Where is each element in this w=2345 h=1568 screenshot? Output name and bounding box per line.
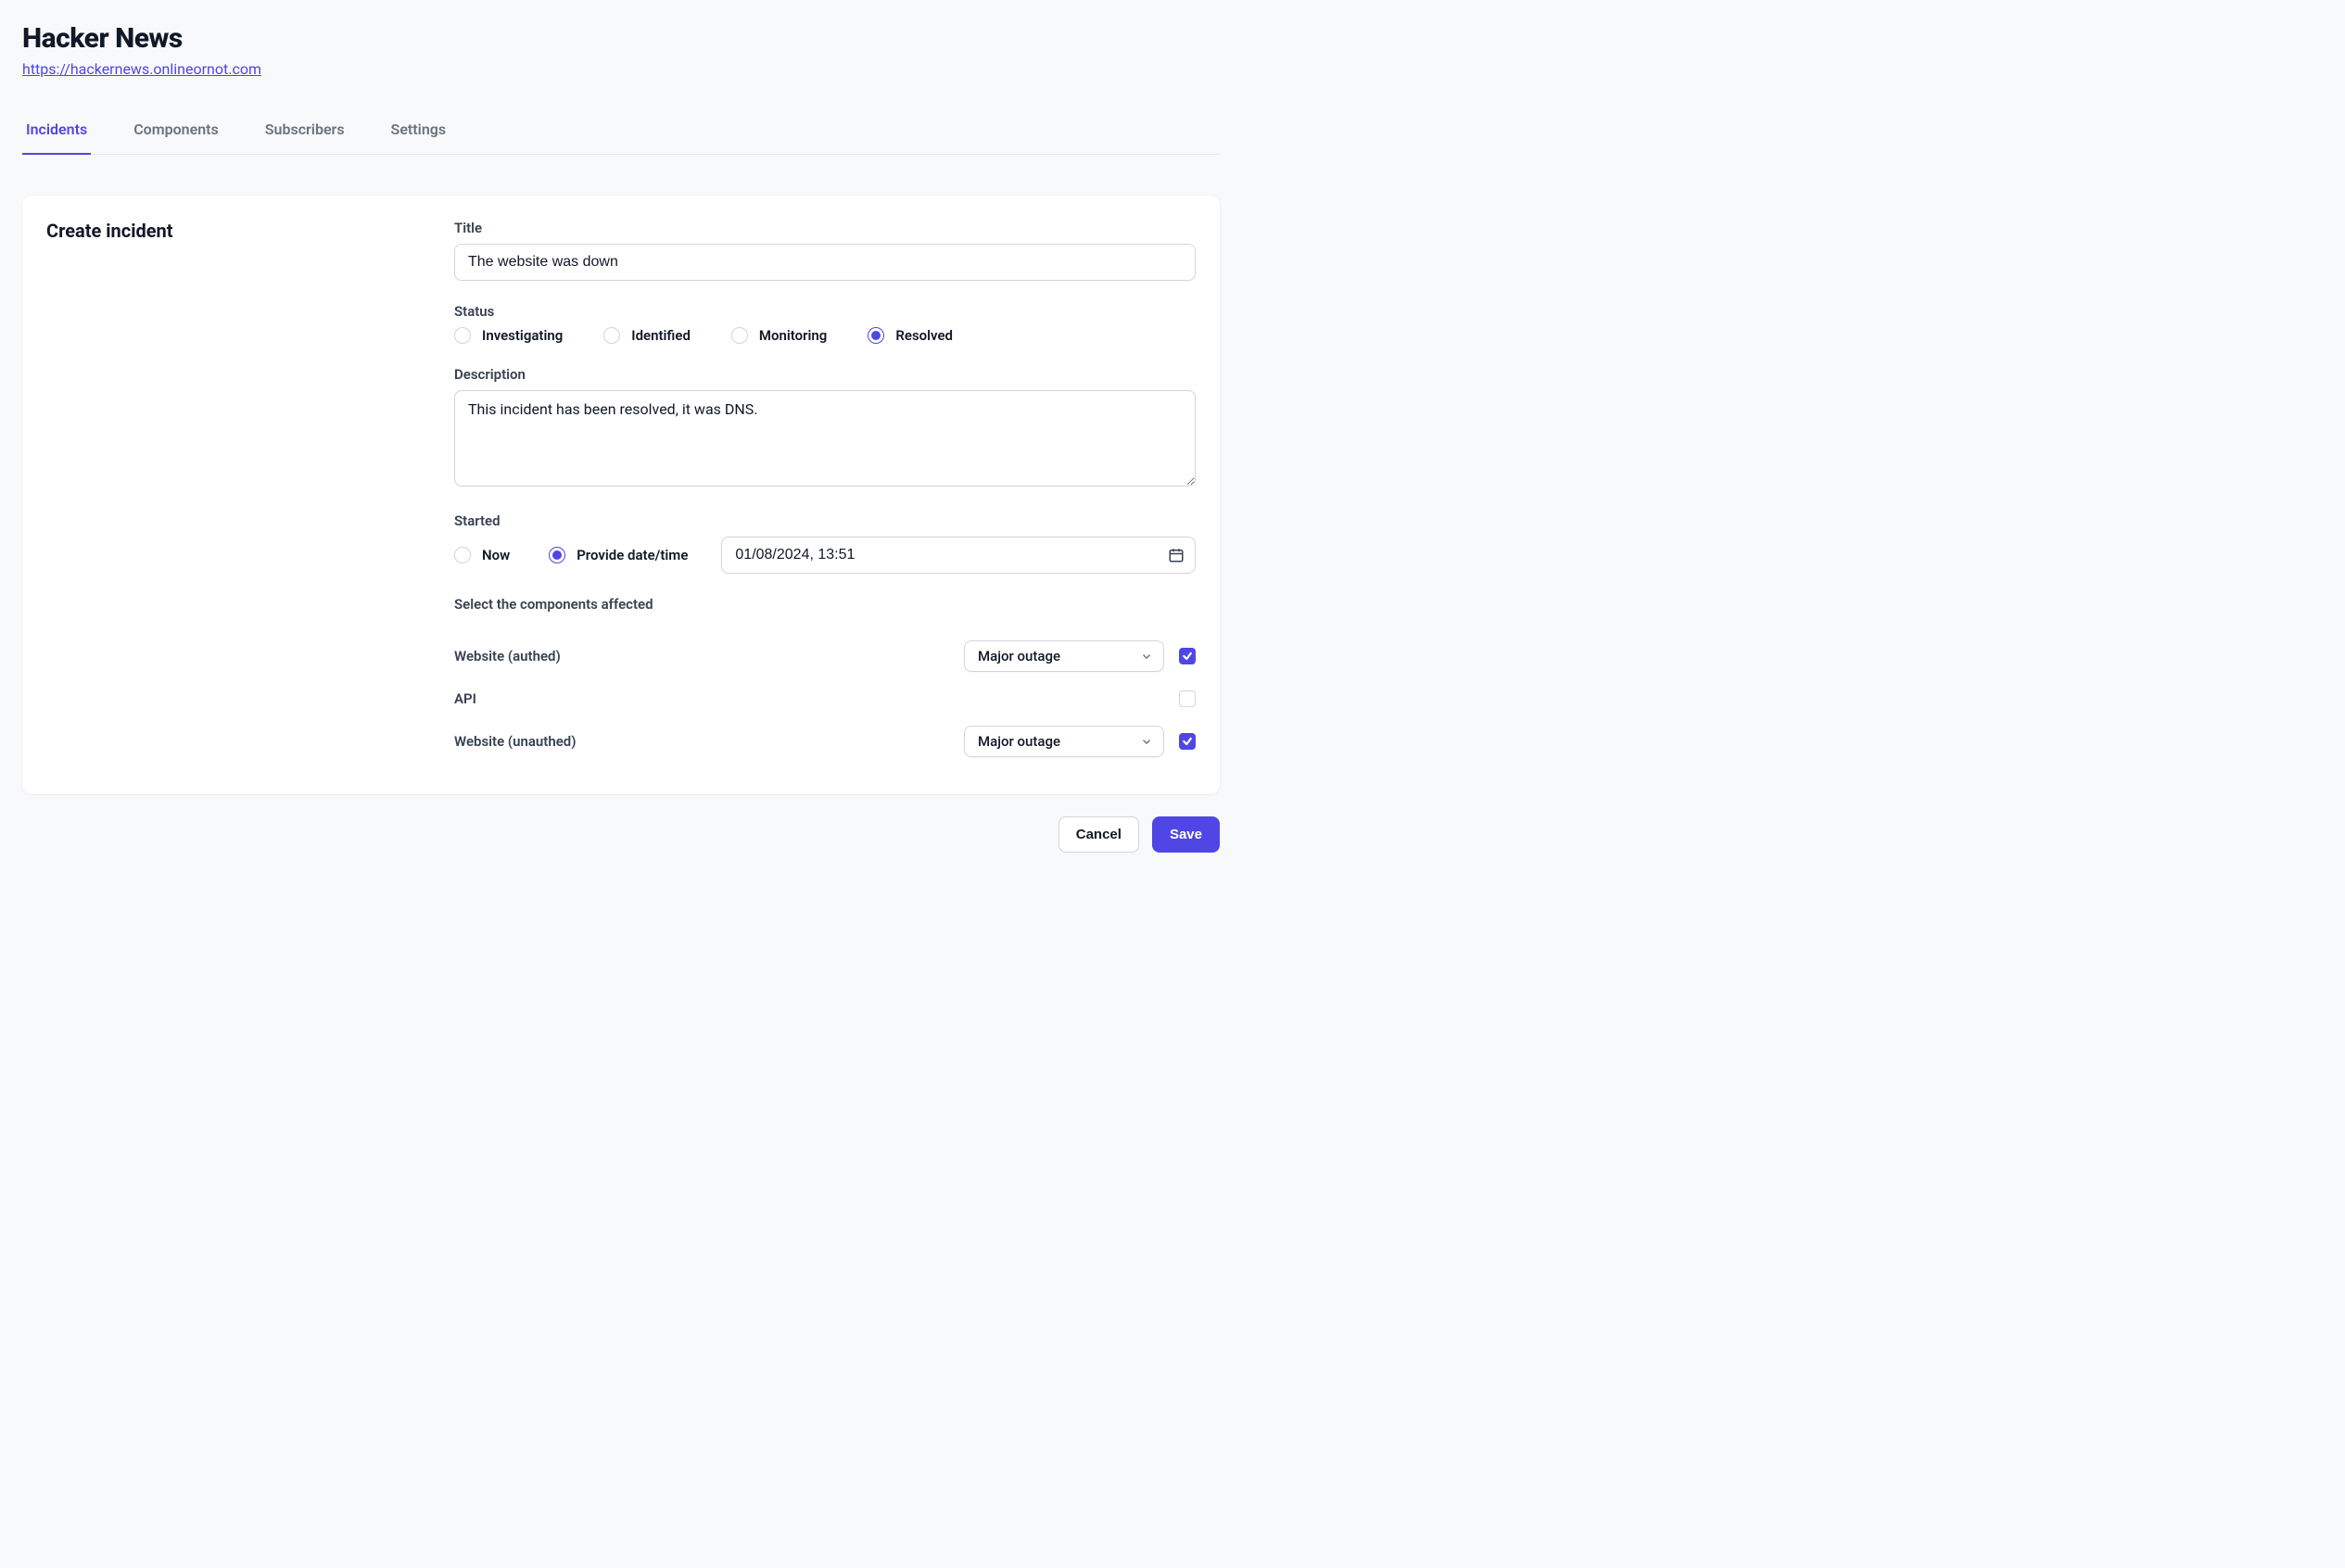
status-option-resolved[interactable]: Resolved (868, 327, 953, 344)
radio-label: Provide date/time (577, 547, 688, 563)
started-option-now[interactable]: Now (454, 547, 510, 563)
radio-label: Investigating (482, 327, 563, 344)
component-checkbox[interactable] (1179, 690, 1196, 707)
create-incident-card: Create incident Title Status Investigati… (22, 196, 1220, 794)
tab-subscribers[interactable]: Subscribers (261, 109, 349, 155)
tab-incidents[interactable]: Incidents (22, 109, 91, 155)
title-label: Title (454, 220, 1196, 236)
cancel-button[interactable]: Cancel (1058, 816, 1139, 853)
tabs: Incidents Components Subscribers Setting… (22, 109, 1220, 155)
radio-label: Identified (631, 327, 691, 344)
component-status-select[interactable]: Major outage (964, 726, 1164, 757)
description-input[interactable]: This incident has been resolved, it was … (454, 390, 1196, 487)
save-button[interactable]: Save (1152, 816, 1220, 853)
components-section-label: Select the components affected (454, 596, 1196, 613)
page-title: Hacker News (22, 22, 1220, 55)
card-heading: Create incident (46, 220, 417, 242)
radio-label: Resolved (895, 327, 953, 344)
status-page-url[interactable]: https://hackernews.onlineornot.com (22, 60, 261, 78)
status-option-identified[interactable]: Identified (603, 327, 691, 344)
component-row: API (454, 681, 1196, 716)
tab-components[interactable]: Components (130, 109, 222, 155)
status-option-investigating[interactable]: Investigating (454, 327, 563, 344)
component-row: Website (authed) Major outage (454, 631, 1196, 681)
component-name: Website (authed) (454, 648, 561, 664)
component-status-select[interactable]: Major outage (964, 640, 1164, 672)
component-name: API (454, 690, 476, 707)
radio-icon (868, 327, 884, 344)
form-actions: Cancel Save (22, 816, 1220, 853)
radio-label: Monitoring (759, 327, 827, 344)
started-label: Started (454, 512, 1196, 529)
description-label: Description (454, 366, 1196, 383)
radio-label: Now (482, 547, 510, 563)
status-label: Status (454, 303, 1196, 320)
started-datetime-input[interactable] (721, 537, 1196, 574)
radio-icon (603, 327, 620, 344)
started-option-provide[interactable]: Provide date/time (549, 547, 688, 563)
component-name: Website (unauthed) (454, 733, 576, 750)
component-row: Website (unauthed) Major outage (454, 716, 1196, 766)
radio-icon (454, 547, 471, 563)
status-option-monitoring[interactable]: Monitoring (731, 327, 827, 344)
title-input[interactable] (454, 244, 1196, 281)
radio-icon (549, 547, 565, 563)
radio-icon (731, 327, 748, 344)
radio-icon (454, 327, 471, 344)
tab-settings[interactable]: Settings (387, 109, 450, 155)
component-checkbox[interactable] (1179, 733, 1196, 750)
component-checkbox[interactable] (1179, 648, 1196, 664)
